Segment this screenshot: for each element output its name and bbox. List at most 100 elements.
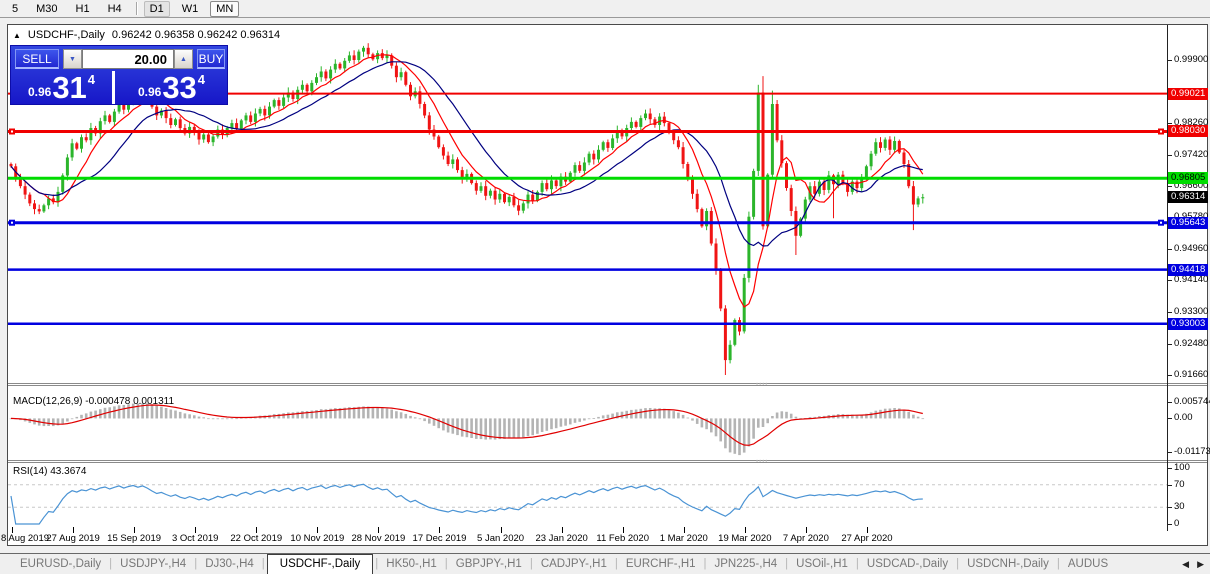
main-macd-separator[interactable]: [8, 383, 1207, 386]
rsi-tick-70: 70: [1174, 479, 1185, 490]
hline-price-tag-0.96805: 0.96805: [1168, 172, 1208, 184]
ohlc-values: 0.96242 0.96358 0.96242 0.96314: [112, 29, 280, 41]
price-tick-0.94140: 0.94140: [1174, 274, 1208, 285]
date-tick-mark: [378, 527, 379, 533]
tab-separator: |: [194, 558, 197, 570]
sell-button[interactable]: SELL: [15, 49, 59, 69]
rsi-tick-mark: [1168, 507, 1172, 508]
sell-price-point: 4: [88, 72, 95, 87]
rsi-tick-mark: [1168, 524, 1172, 525]
chart-tab-eurusd-daily[interactable]: EURUSD-,Daily: [14, 558, 107, 570]
hline-price-tag-0.99021: 0.99021: [1168, 88, 1208, 100]
date-label-10-Nov-2019: 10 Nov 2019: [290, 533, 344, 544]
date-label-5-Jan-2020: 5 Jan 2020: [477, 533, 524, 544]
buy-price-point: 4: [198, 72, 205, 87]
tab-scroll-buttons: ◀▶: [1182, 559, 1210, 570]
date-tick-mark: [501, 527, 502, 533]
chart-tabs-bar: EURUSD-,Daily|USDJPY-,H4|DJ30-,H4|USDCHF…: [0, 553, 1210, 574]
chart-tab-audus[interactable]: AUDUS: [1062, 558, 1114, 570]
tab-scroll-left-icon[interactable]: ◀: [1182, 559, 1189, 570]
price-tick-0.97420: 0.97420: [1174, 149, 1208, 160]
macd-label: MACD(12,26,9) -0.000478 0.001311: [13, 396, 174, 407]
chart-tab-usoil-h1[interactable]: USOil-,H1: [790, 558, 854, 570]
date-label-23-Jan-2020: 23 Jan 2020: [535, 533, 587, 544]
rsi-tick-0: 0: [1174, 518, 1179, 529]
date-tick-mark: [806, 527, 807, 533]
date-tick-mark: [562, 527, 563, 533]
tab-separator: |: [375, 558, 378, 570]
date-label-27-Apr-2020: 27 Apr 2020: [841, 533, 892, 544]
chart-tab-usdjpy-h4[interactable]: USDJPY-,H4: [114, 558, 192, 570]
tab-separator: |: [1057, 558, 1060, 570]
hline-price-tag-0.93003: 0.93003: [1168, 318, 1208, 330]
tab-scroll-right-icon[interactable]: ▶: [1197, 559, 1204, 570]
hline-price-tag-0.95643: 0.95643: [1168, 217, 1208, 229]
date-label-3-Oct-2019: 3 Oct 2019: [172, 533, 218, 544]
hline-price-tag-0.94418: 0.94418: [1168, 264, 1208, 276]
macd-histogram: [10, 403, 924, 455]
price-tick-mark: [1168, 155, 1172, 156]
chart-tab-jpn225-h4[interactable]: JPN225-,H4: [709, 558, 784, 570]
chart-tab-cadjpy-h1[interactable]: CADJPY-,H1: [535, 558, 613, 570]
chart-title: ▲ USDCHF-,Daily 0.96242 0.96358 0.96242 …: [13, 29, 280, 41]
date-label-8-Aug-2019: 8 Aug 2019: [1, 533, 49, 544]
buy-price[interactable]: 0.96 33 4: [115, 71, 228, 104]
tab-separator: |: [262, 558, 265, 570]
buy-price-pips: 33: [162, 74, 196, 102]
chart-tab-usdcad-daily[interactable]: USDCAD-,Daily: [861, 558, 954, 570]
chart-tab-eurchf-h1[interactable]: EURCHF-,H1: [620, 558, 702, 570]
price-tick-mark: [1168, 123, 1172, 124]
date-tick-mark: [12, 527, 13, 533]
macd-tick-mark: [1168, 402, 1172, 403]
sell-price-pips: 31: [52, 74, 86, 102]
date-tick-mark: [623, 527, 624, 533]
hline-0.95643[interactable]: [8, 220, 1167, 226]
buy-button[interactable]: BUY: [197, 49, 225, 69]
tab-separator: |: [615, 558, 618, 570]
volume-increase-button[interactable]: ▲: [174, 49, 193, 69]
price-tick-mark: [1168, 312, 1172, 313]
date-label-7-Apr-2020: 7 Apr 2020: [783, 533, 829, 544]
tab-separator: |: [530, 558, 533, 570]
price-tick-mark: [1168, 60, 1172, 61]
chart-tab-usdcnh-daily[interactable]: USDCNH-,Daily: [961, 558, 1055, 570]
rsi-tick-mark: [1168, 485, 1172, 486]
macd-tick-mark: [1168, 418, 1172, 419]
price-tick-mark: [1168, 186, 1172, 187]
price-tick-0.94960: 0.94960: [1174, 243, 1208, 254]
separator-grip-icon[interactable]: ••••: [756, 461, 768, 464]
separator-grip-icon[interactable]: ••••: [756, 384, 768, 387]
date-tick-mark: [73, 527, 74, 533]
chart-tab-gbpjpy-h1[interactable]: GBPJPY-,H1: [450, 558, 528, 570]
chart-tab-hk50-h1[interactable]: HK50-,H1: [380, 558, 443, 570]
price-axis-border: [1167, 25, 1168, 531]
price-tick-mark: [1168, 249, 1172, 250]
date-label-1-Mar-2020: 1 Mar 2020: [660, 533, 708, 544]
price-tick-0.91660: 0.91660: [1174, 369, 1208, 380]
macd-rsi-separator[interactable]: [8, 460, 1207, 463]
macd-tick--0.011738: -0.011738: [1174, 446, 1210, 457]
buy-price-base: 0.96: [138, 85, 161, 99]
date-label-22-Oct-2019: 22 Oct 2019: [230, 533, 282, 544]
macd-tick-0.005744: 0.005744: [1174, 396, 1210, 407]
date-label-19-Mar-2020: 19 Mar 2020: [718, 533, 771, 544]
price-tick-mark: [1168, 280, 1172, 281]
volume-decrease-button[interactable]: ▼: [63, 49, 82, 69]
rsi-label: RSI(14) 43.3674: [13, 466, 86, 477]
rsi-tick-100: 100: [1174, 462, 1190, 473]
price-tick-0.99900: 0.99900: [1174, 54, 1208, 65]
chart-tab-dj30-h4[interactable]: DJ30-,H4: [199, 558, 260, 570]
macd-tick-mark: [1168, 452, 1172, 453]
date-tick-mark: [256, 527, 257, 533]
tab-separator: |: [856, 558, 859, 570]
rsi-line: [11, 484, 923, 524]
tab-separator: |: [109, 558, 112, 570]
sell-price[interactable]: 0.96 31 4: [11, 71, 112, 104]
date-tick-mark: [317, 527, 318, 533]
chart-tab-usdchf-daily[interactable]: USDCHF-,Daily: [267, 554, 374, 574]
volume-input[interactable]: [82, 49, 174, 69]
collapse-arrow-icon[interactable]: ▲: [13, 31, 21, 40]
hline-0.98030[interactable]: [8, 129, 1167, 135]
price-tick-0.93300: 0.93300: [1174, 306, 1208, 317]
price-divider: [112, 71, 115, 104]
